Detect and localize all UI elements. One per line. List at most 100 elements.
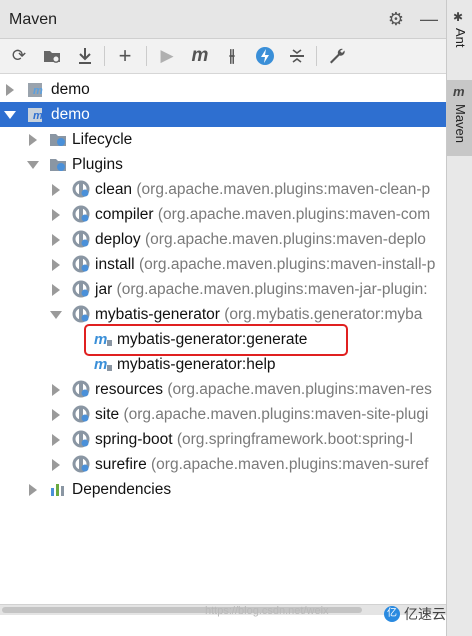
plugin-label: spring-boot (org.springframework.boot:sp… [95, 431, 413, 449]
gear-icon[interactable]: ⚙ [386, 9, 406, 29]
tab-ant[interactable]: Ant ✱ [447, 6, 472, 66]
plugin-name: clean [95, 181, 133, 198]
plugin-label: resources (org.apache.maven.plugins:mave… [95, 381, 432, 399]
tree-row-plugin[interactable]: compiler (org.apache.maven.plugins:maven… [0, 202, 446, 227]
add-icon[interactable]: + [114, 43, 136, 68]
tree-row-plugin[interactable]: site (org.apache.maven.plugins:maven-sit… [0, 402, 446, 427]
plugin-icon [72, 430, 90, 448]
plugin-coordinates: (org.apache.maven.plugins:maven-jar-plug… [116, 281, 428, 298]
maven-goal-icon[interactable]: m [189, 45, 211, 67]
tree-row-plugin[interactable]: jar (org.apache.maven.plugins:maven-jar-… [0, 277, 446, 302]
tree-row-project[interactable]: m demo [0, 77, 446, 102]
collapse-all-icon[interactable] [286, 45, 308, 67]
maven-goal-icon: m [94, 355, 112, 373]
plugin-label: site (org.apache.maven.plugins:maven-sit… [95, 406, 428, 424]
brand-logo: 亿 亿速云 [384, 604, 446, 624]
plugin-coordinates: (org.apache.maven.plugins:maven-site-plu… [123, 406, 429, 423]
plugin-icon [72, 180, 90, 198]
svg-text:m: m [33, 110, 43, 122]
brand-name: 亿速云 [404, 606, 446, 622]
plugin-coordinates: (org.springframework.boot:spring-l [176, 431, 413, 448]
plugin-icon [72, 380, 90, 398]
plugin-icon [72, 205, 90, 223]
expand-arrow-icon[interactable] [52, 259, 60, 271]
tab-maven[interactable]: m Maven [447, 80, 472, 156]
expand-arrow-icon[interactable] [52, 434, 60, 446]
expand-arrow-icon[interactable] [52, 384, 60, 396]
minimize-icon[interactable]: — [419, 9, 439, 29]
expand-arrow-icon[interactable] [52, 409, 60, 421]
plugin-icon [72, 280, 90, 298]
plugin-name: surefire [95, 456, 147, 473]
plugin-label: deploy (org.apache.maven.plugins:maven-d… [95, 231, 426, 249]
tree-row-dependencies[interactable]: Dependencies [0, 477, 446, 502]
expand-arrow-icon[interactable] [52, 234, 60, 246]
tree-row-plugins[interactable]: Plugins [0, 152, 446, 177]
dependencies-icon [49, 480, 67, 498]
plugin-icon [72, 230, 90, 248]
right-tool-strip: Ant ✱ m Maven [447, 0, 472, 636]
plugin-name: site [95, 406, 120, 423]
plugin-icon [72, 255, 90, 273]
skip-tests-icon[interactable] [254, 45, 276, 67]
download-icon[interactable] [74, 45, 96, 67]
tree-row-lifecycle[interactable]: Lifecycle [0, 127, 446, 152]
plugin-name: resources [95, 381, 164, 398]
tree-row-plugin[interactable]: install (org.apache.maven.plugins:maven-… [0, 252, 446, 277]
toggle-offline-icon[interactable]: ⫲ [221, 45, 243, 67]
collapse-arrow-icon[interactable] [27, 161, 39, 169]
tree-row-project-selected[interactable]: m demo [0, 102, 446, 127]
svg-text:m: m [33, 85, 43, 97]
plugin-coordinates: (org.apache.maven.plugins:maven-clean-p [136, 181, 431, 198]
collapse-arrow-icon[interactable] [50, 311, 62, 319]
watermark-text: https://blog.csdn.net/weix [205, 605, 329, 617]
expand-arrow-icon[interactable] [52, 184, 60, 196]
expand-arrow-icon[interactable] [52, 459, 60, 471]
project-name: demo [51, 81, 90, 98]
plugin-label: jar (org.apache.maven.plugins:maven-jar-… [95, 281, 428, 299]
plugin-label: mybatis-generator (org.mybatis.generator… [95, 306, 422, 324]
plugin-icon [72, 455, 90, 473]
expand-arrow-icon[interactable] [52, 284, 60, 296]
plugin-name: deploy [95, 231, 141, 248]
tree-row-plugin[interactable]: resources (org.apache.maven.plugins:mave… [0, 377, 446, 402]
plugin-icon [72, 405, 90, 423]
plugin-name: jar [95, 281, 113, 298]
plugins-folder-icon [49, 155, 67, 173]
maven-project-icon: m [27, 105, 45, 123]
svg-text:m: m [94, 356, 107, 373]
plugin-label: install (org.apache.maven.plugins:maven-… [95, 256, 435, 274]
maven-project-icon: m [27, 80, 45, 98]
tree-row-plugin[interactable]: surefire (org.apache.maven.plugins:maven… [0, 452, 446, 477]
expand-arrow-icon[interactable] [6, 84, 14, 96]
plugin-label: clean (org.apache.maven.plugins:maven-cl… [95, 181, 430, 199]
plugin-label: compiler (org.apache.maven.plugins:maven… [95, 206, 430, 224]
tree-row-plugin[interactable]: deploy (org.apache.maven.plugins:maven-d… [0, 227, 446, 252]
reload-icon[interactable]: ⟳ [8, 45, 30, 67]
folder-refresh-icon[interactable] [41, 45, 63, 67]
project-name: demo [51, 106, 90, 123]
tool-window-header: Maven ⚙ — [0, 0, 446, 39]
plugin-coordinates: (org.apache.maven.plugins:maven-deplo [145, 231, 426, 248]
maven-tool-window: Maven ⚙ — ⟳ + ▶ m ⫲ m demo m demo Lifecy… [0, 0, 447, 636]
maven-toolbar: ⟳ + ▶ m ⫲ [0, 39, 446, 74]
ant-icon: ✱ [453, 10, 464, 24]
plugin-name: install [95, 256, 135, 273]
lifecycle-label: Lifecycle [72, 131, 133, 148]
plugin-coordinates: (org.mybatis.generator:myba [224, 306, 423, 323]
tree-row-plugin[interactable]: spring-boot (org.springframework.boot:sp… [0, 427, 446, 452]
plugin-coordinates: (org.apache.maven.plugins:maven-com [157, 206, 431, 223]
highlight-annotation [84, 324, 348, 356]
expand-arrow-icon[interactable] [52, 209, 60, 221]
tab-maven-label: Maven [453, 104, 468, 144]
run-icon[interactable]: ▶ [156, 45, 178, 67]
expand-arrow-icon[interactable] [29, 484, 37, 496]
tree-row-plugin[interactable]: clean (org.apache.maven.plugins:maven-cl… [0, 177, 446, 202]
expand-arrow-icon[interactable] [29, 134, 37, 146]
plugin-coordinates: (org.apache.maven.plugins:maven-install-… [138, 256, 436, 273]
goal-label: mybatis-generator:help [117, 356, 276, 373]
plugin-label: surefire (org.apache.maven.plugins:maven… [95, 456, 428, 474]
collapse-arrow-icon[interactable] [4, 111, 16, 119]
plugin-name: compiler [95, 206, 154, 223]
settings-wrench-icon[interactable] [326, 45, 348, 67]
